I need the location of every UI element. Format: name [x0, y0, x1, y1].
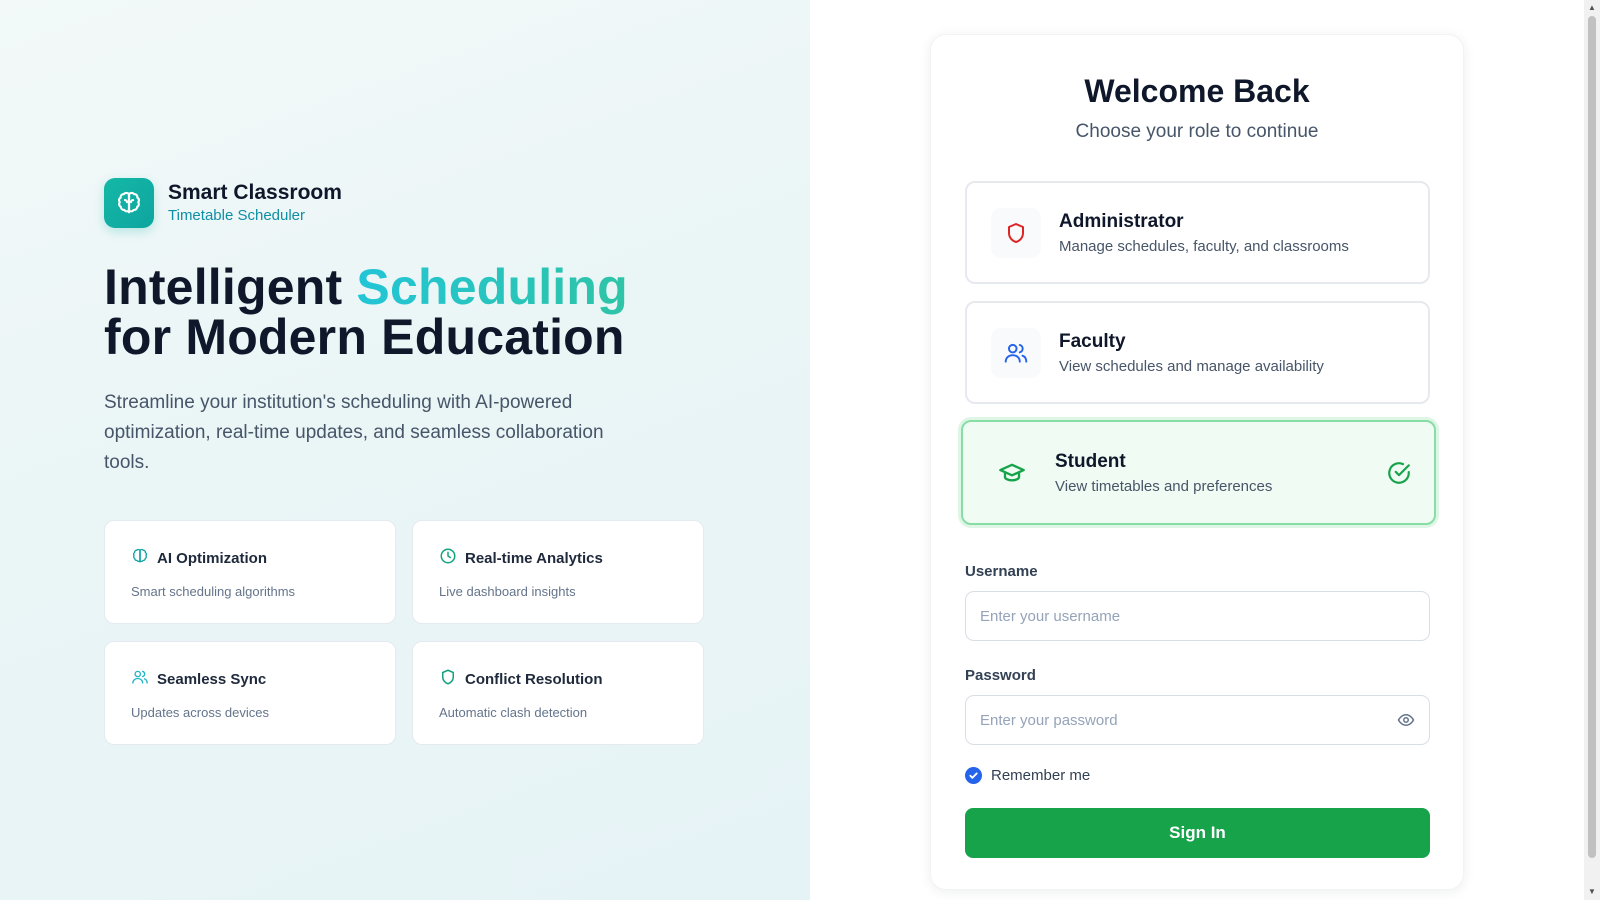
username-input[interactable]: [965, 591, 1430, 641]
password-input[interactable]: [965, 695, 1430, 745]
login-card: Welcome Back Choose your role to continu…: [930, 34, 1464, 890]
role-title: Faculty: [1059, 331, 1126, 352]
remember-me-checkbox[interactable]: [965, 767, 982, 784]
feature-card-realtime-analytics: Real-time Analytics Live dashboard insig…: [412, 520, 704, 624]
users-icon: [131, 668, 149, 691]
hero-title: Intelligent Scheduling for Modern Educat…: [104, 262, 628, 362]
remember-me[interactable]: Remember me: [965, 767, 1090, 784]
login-title: Welcome Back: [1084, 73, 1310, 109]
password-label: Password: [965, 667, 1036, 684]
feature-title: Real-time Analytics: [465, 550, 603, 567]
graduation-cap-icon: [987, 448, 1037, 498]
eye-icon[interactable]: [1397, 711, 1415, 734]
role-description: View schedules and manage availability: [1059, 358, 1324, 375]
feature-card-conflict-resolution: Conflict Resolution Automatic clash dete…: [412, 641, 704, 745]
check-circle-icon: [1386, 460, 1412, 491]
role-description: View timetables and preferences: [1055, 478, 1273, 495]
remember-me-label: Remember me: [991, 767, 1091, 784]
role-option-student[interactable]: Student View timetables and preferences: [961, 420, 1436, 525]
feature-card-seamless-sync: Seamless Sync Updates across devices: [104, 641, 396, 745]
brain-icon: [104, 178, 154, 228]
shield-icon: [991, 207, 1041, 258]
users-icon: [991, 327, 1041, 378]
feature-description: Updates across devices: [131, 705, 270, 720]
hero-description: Streamline your institution's scheduling…: [104, 392, 604, 473]
scrollbar-thumb[interactable]: [1588, 16, 1596, 858]
scroll-down-arrow-icon[interactable]: ▼: [1588, 888, 1596, 896]
hero-panel: Smart Classroom Timetable Scheduler Inte…: [0, 0, 810, 900]
hero-title-part1: Intelligent: [104, 259, 343, 315]
feature-title: AI Optimization: [157, 550, 267, 567]
feature-description: Smart scheduling algorithms: [131, 584, 296, 599]
hero-title-accent: Scheduling: [356, 259, 628, 315]
shield-icon: [439, 668, 457, 691]
feature-description: Live dashboard insights: [439, 584, 576, 599]
feature-title: Seamless Sync: [157, 671, 267, 688]
role-description: Manage schedules, faculty, and classroom…: [1059, 238, 1349, 255]
role-option-faculty[interactable]: Faculty View schedules and manage availa…: [965, 301, 1430, 404]
brand-name: Smart Classroom: [168, 181, 342, 204]
feature-description: Automatic clash detection: [439, 705, 588, 720]
role-title: Student: [1055, 451, 1126, 472]
brand-subtitle: Timetable Scheduler: [168, 207, 306, 224]
brain-icon: [131, 547, 149, 570]
role-title: Administrator: [1059, 211, 1184, 232]
role-option-administrator[interactable]: Administrator Manage schedules, faculty,…: [965, 181, 1430, 284]
login-subtitle: Choose your role to continue: [1075, 121, 1319, 142]
scrollbar[interactable]: ▲ ▼: [1584, 0, 1600, 900]
username-label: Username: [965, 563, 1038, 580]
feature-title: Conflict Resolution: [465, 671, 603, 688]
hero-title-line2: for Modern Education: [104, 309, 625, 365]
brand: Smart Classroom Timetable Scheduler: [104, 178, 342, 228]
feature-card-ai-optimization: AI Optimization Smart scheduling algorit…: [104, 520, 396, 624]
sign-in-button[interactable]: Sign In: [965, 808, 1430, 858]
clock-icon: [439, 547, 457, 570]
scroll-up-arrow-icon[interactable]: ▲: [1588, 4, 1596, 12]
